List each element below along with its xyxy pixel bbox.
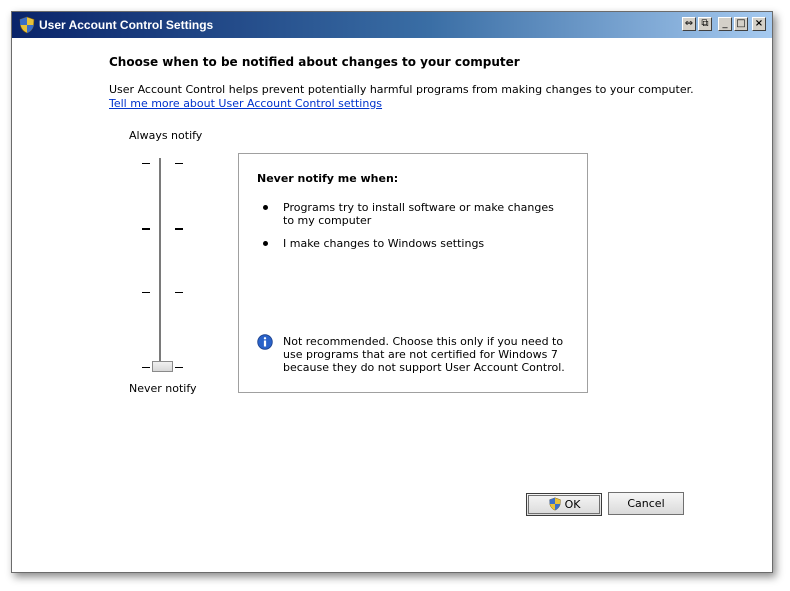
slider-top-label: Always notify bbox=[129, 129, 203, 142]
description-text: User Account Control helps prevent poten… bbox=[109, 83, 694, 96]
slider-tick bbox=[142, 163, 150, 164]
ok-label: OK bbox=[564, 498, 581, 511]
learn-more-link[interactable]: Tell me more about User Account Control … bbox=[109, 97, 382, 110]
page-heading: Choose when to be notified about changes… bbox=[109, 55, 520, 69]
slider-tick bbox=[175, 292, 183, 293]
minimize-button[interactable]: _ bbox=[718, 17, 732, 31]
warning-note: Not recommended. Choose this only if you… bbox=[283, 335, 565, 374]
box-title: Never notify me when: bbox=[257, 172, 399, 185]
ok-button[interactable]: OK bbox=[526, 493, 602, 516]
list-item-text: I make changes to Windows settings bbox=[283, 237, 485, 250]
title-bar[interactable]: User Account Control Settings ⇔ ⧉ _ □ × bbox=[12, 12, 772, 38]
window-title: User Account Control Settings bbox=[39, 18, 214, 32]
slider-tick bbox=[175, 163, 183, 164]
slider-tick bbox=[142, 228, 150, 230]
slider-thumb[interactable] bbox=[152, 361, 173, 372]
slider-tick bbox=[175, 228, 183, 230]
close-button[interactable]: × bbox=[752, 17, 766, 31]
slider-bottom-label: Never notify bbox=[129, 382, 197, 395]
list-item-text: Programs try to install software or make… bbox=[283, 201, 554, 227]
restore-button[interactable]: ⧉ bbox=[698, 17, 712, 31]
uac-shield-icon bbox=[19, 16, 35, 34]
bullet-icon bbox=[263, 205, 268, 210]
pin-button[interactable]: ⇔ bbox=[682, 17, 696, 31]
maximize-button[interactable]: □ bbox=[734, 17, 748, 31]
uac-settings-window: User Account Control Settings ⇔ ⧉ _ □ × … bbox=[11, 11, 773, 573]
info-icon bbox=[257, 334, 273, 350]
slider-track[interactable] bbox=[159, 158, 162, 364]
slider-tick bbox=[175, 367, 183, 368]
slider-tick bbox=[142, 367, 150, 368]
dialog-content: Choose when to be notified about changes… bbox=[12, 38, 772, 572]
slider-tick bbox=[142, 292, 150, 293]
cancel-button[interactable]: Cancel bbox=[608, 492, 684, 515]
uac-shield-icon bbox=[548, 497, 561, 511]
bullet-icon bbox=[263, 241, 268, 246]
level-description-box: Never notify me when: Programs try to in… bbox=[238, 153, 588, 393]
